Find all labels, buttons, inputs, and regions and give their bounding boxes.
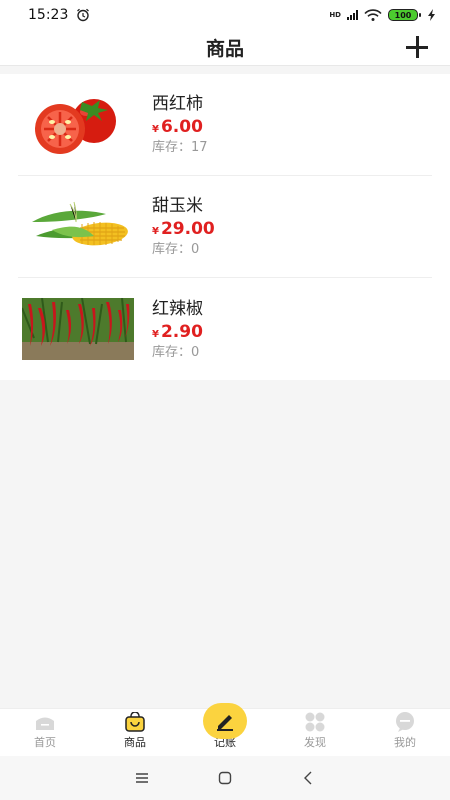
page-header: 商品 (0, 30, 450, 66)
tab-bookkeeping[interactable]: 记账 (180, 703, 270, 756)
product-info: 西红柿 ¥6.00 库存：17 (152, 93, 208, 156)
product-list: 西红柿 ¥6.00 库存：17 甜玉米 ¥29.00 库存：0 红辣椒 ¥ 2.… (0, 74, 450, 380)
currency-symbol: ¥ (152, 226, 159, 237)
tab-products[interactable]: 商品 (90, 709, 180, 756)
product-row[interactable]: 西红柿 ¥6.00 库存：17 (18, 74, 432, 176)
currency-symbol: ¥ (152, 124, 159, 135)
home-button-icon[interactable] (215, 768, 235, 788)
menu-icon[interactable] (132, 768, 152, 788)
status-time: 15:23 (28, 7, 69, 23)
product-price: ¥29.00 (152, 219, 215, 242)
signal-icon (347, 10, 358, 20)
battery-level: 100 (394, 10, 412, 20)
product-stock: 库存：0 (152, 242, 200, 257)
product-info: 红辣椒 ¥2.90 库存：0 (152, 298, 203, 361)
product-price: ¥2.90 (152, 322, 203, 345)
shopping-bag-icon (125, 712, 145, 732)
tab-label: 商品 (124, 736, 146, 749)
charging-bolt-icon (428, 9, 435, 21)
bottom-tab-bar: 首页 商品 记账 发现 我的 (0, 703, 450, 756)
product-row[interactable]: 红辣椒 ¥2.90 库存：0 (18, 278, 432, 380)
tab-mine[interactable]: 我的 (360, 709, 450, 756)
bookkeeping-button[interactable] (203, 703, 247, 739)
pen-icon (217, 715, 233, 731)
chili-image (22, 298, 134, 360)
product-name: 西红柿 (152, 94, 203, 114)
tab-discover[interactable]: 发现 (270, 709, 360, 756)
status-bar: 15:23 HD 100 (0, 0, 450, 30)
back-icon[interactable] (298, 768, 318, 788)
product-stock: 库存：0 (152, 344, 200, 360)
price-value: 6.00 (160, 117, 203, 137)
product-row[interactable]: 甜玉米 ¥29.00 库存：0 (18, 176, 432, 278)
alarm-clock-icon (77, 8, 90, 22)
page-title: 商品 (205, 38, 244, 60)
grid-icon (305, 712, 325, 732)
wifi-icon (364, 9, 382, 21)
home-icon (36, 717, 54, 730)
product-price: ¥6.00 (152, 117, 208, 140)
tab-label: 首页 (34, 736, 56, 749)
product-name: 红辣椒 (152, 298, 203, 319)
corn-image (22, 195, 134, 258)
network-hd-label: HD (329, 10, 341, 19)
product-name: 甜玉米 (152, 196, 203, 216)
system-nav-bar (0, 756, 450, 800)
battery-icon: 100 (388, 9, 421, 21)
add-product-button[interactable] (406, 36, 428, 58)
currency-symbol: ¥ (152, 328, 159, 340)
chat-icon (396, 712, 414, 732)
price-value: 2.90 (160, 321, 203, 342)
tab-label: 我的 (394, 736, 416, 749)
tomato-image (22, 93, 134, 156)
price-value: 29.00 (160, 219, 215, 239)
tab-home[interactable]: 首页 (0, 709, 90, 756)
product-info: 甜玉米 ¥29.00 库存：0 (152, 195, 215, 258)
product-stock: 库存：17 (152, 140, 208, 155)
tab-label: 发现 (304, 736, 326, 749)
